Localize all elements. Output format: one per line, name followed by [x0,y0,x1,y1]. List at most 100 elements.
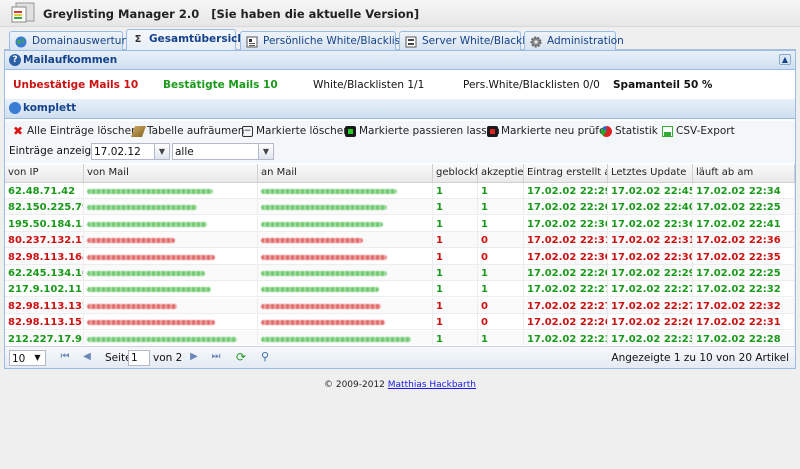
table-row[interactable]: 212.227.17.9 1 1 17.02.02 22:23 17.02.02 22:… [5,330,795,345]
recheck-marked-button[interactable]: Markierte neu prüfen [487,125,612,137]
redacted-text [261,303,381,309]
column-header-geblockt[interactable]: geblockt [433,164,478,183]
redacted-cell [84,199,258,216]
redacted-cell [258,281,433,298]
cell-ablauf: 17.02.02 22:32 [693,297,795,314]
cell-akzeptiert: 0 [478,248,524,265]
tab-domainauswertung[interactable]: Domainauswertung [9,31,135,51]
table-row[interactable]: 82.98.113.132 1 0 17.02.02 22:27 17.02.02 22… [5,297,795,314]
column-header-akzeptiert[interactable]: akzeptiert [478,164,524,183]
table-row[interactable]: 62.245.134.1011117.02.02 22:2017.02.02 2… [5,265,795,281]
page-number-input[interactable]: 1 [128,350,150,366]
author-link[interactable]: Matthias Hackbarth [388,380,476,390]
chevron-down-icon[interactable]: ▼ [258,144,273,159]
redacted-text [261,287,379,293]
delete-all-label: Alle Einträge löschen [27,125,138,137]
page-number-value: 1 [131,352,138,364]
tab-persoenliche-listen[interactable]: Persönliche White/Blacklisten [240,31,417,51]
redacted-text [87,320,215,326]
cell-update: 17.02.02 22:31 [608,232,693,249]
column-header-erstellt[interactable]: Eintrag erstellt am [524,164,608,183]
csv-export-button[interactable]: CSV-Export [662,125,735,137]
delete-marked-button[interactable]: − Markierte löschen [242,125,350,137]
gear-icon [530,36,542,48]
column-header-ablauf[interactable]: läuft ab am [693,164,795,183]
redacted-text [261,336,411,342]
tab-label: Persönliche White/Blacklisten [263,35,418,47]
table-row[interactable]: 195.50.184.1591117.02.02 22:3617.02.02 2… [5,215,795,232]
cell-ablauf: 17.02.02 22:36 [693,232,795,249]
cell-ablauf: 17.02.02 22:34 [693,183,795,199]
column-header-an-mail[interactable]: an Mail [258,164,433,183]
tab-server-liste[interactable]: Server White/Blacklist [399,31,538,51]
cell-akzeptiert: 0 [478,232,524,249]
cell-ablauf: 17.02.02 22:41 [693,215,795,232]
cell-ablauf: 17.02.02 22:25 [693,265,795,281]
cell-erstellt: 17.02.02 22:27 [524,297,608,314]
footer: © 2009-2012 Matthias Hackbarth [0,380,800,390]
cell-akzeptiert: 1 [478,183,524,199]
tab-gesamtuebersicht[interactable]: Σ Gesamtübersicht [126,29,250,51]
cell-akzeptiert: 1 [478,215,524,232]
cell-update: 17.02.02 22:27 [608,281,693,298]
redacted-text [87,303,177,309]
prev-page-icon[interactable]: ◀ [81,351,93,363]
redacted-text [87,238,175,244]
search-icon[interactable]: ⚲ [259,351,271,363]
table-row[interactable]: 82.98.113.164 1 0 17.02.02 22:30 17.02.02 22… [5,248,795,265]
tab-administration[interactable]: Administration [524,31,624,51]
cell-update: 17.02.02 22:29 [608,265,693,281]
chevron-down-icon[interactable]: ▼ [30,351,45,365]
redacted-cell [84,232,258,249]
table-row[interactable]: 82.150.225.79 1 1 17.02.02 22:20 17.02.02 22… [5,199,795,216]
cleanup-button[interactable]: Tabelle aufräumen [130,125,244,137]
redacted-text [87,205,197,211]
refresh-icon[interactable]: ⟳ [235,351,247,363]
redacted-text [261,254,387,260]
cell-erstellt: 17.02.02 22:27 [524,281,608,298]
collapse-button[interactable]: ▲ [779,54,791,65]
paging-info: Angezeigte 1 zu 10 von 20 Artikel [611,352,789,364]
column-header-von-mail[interactable]: von Mail [84,164,258,183]
mail-panel-title: Mailaufkommen [23,54,118,66]
redacted-text [87,336,237,342]
redacted-text [261,205,387,211]
cell-update: 17.02.02 22:30 [608,248,693,265]
redacted-text [261,189,397,194]
pass-marked-button[interactable]: Markierte passieren lassen [345,125,500,137]
redacted-text [87,189,213,194]
table-row[interactable]: 217.9.102.11 1 1 17.02.02 22:27 17.02.02 22:… [5,281,795,298]
next-page-icon[interactable]: ▶ [188,351,200,363]
stat-spam: Spamanteil 50 % [613,79,713,91]
page-size-combo[interactable]: 10 ▼ [9,350,46,366]
last-page-icon[interactable]: ⏭ [210,351,222,363]
chevron-down-icon[interactable]: ▼ [154,144,169,159]
redacted-cell [258,215,433,232]
first-page-icon[interactable]: ⏮ [59,351,71,363]
redacted-cell [258,265,433,281]
red-x-icon: ✖ [13,124,24,138]
table-row[interactable]: 82.98.113.157 1 0 17.02.02 22:26 17.02.02 22… [5,314,795,331]
table-row[interactable]: 62.48.71.42 1 1 17.02.02 22:29 17.02.02 22:4… [5,183,795,199]
cell-erstellt: 17.02.02 22:20 [524,199,608,216]
cell-akzeptiert: 1 [478,265,524,281]
cell-von-ip: 82.98.113.164 [5,248,84,265]
list-panel-title: komplett [23,102,77,114]
table-row[interactable]: 80.237.132.17 1 0 17.02.02 22:31 17.02.02 22… [5,232,795,249]
type-filter-combo[interactable]: alle ▼ [172,143,274,160]
tab-label: Gesamtübersicht [149,33,250,45]
delete-all-button[interactable]: ✖ Alle Einträge löschen [13,125,138,137]
date-filter-combo[interactable]: 17.02.12 ▼ [91,143,170,160]
tab-label: Server White/Blacklist [422,35,538,47]
help-icon: ? [9,54,21,66]
column-header-update[interactable]: Letztes Update [608,164,693,183]
redacted-cell [258,232,433,249]
cell-erstellt: 17.02.02 22:31 [524,232,608,249]
redacted-text [87,287,211,293]
column-header-von-ip[interactable]: von IP [5,164,84,183]
cell-von-ip: 80.237.132.17 [5,232,84,249]
spreadsheet-icon [662,126,673,137]
statistics-button[interactable]: Statistik [601,125,658,137]
pass-marked-label: Markierte passieren lassen [359,125,500,137]
cell-erstellt: 17.02.02 22:20 [524,265,608,281]
